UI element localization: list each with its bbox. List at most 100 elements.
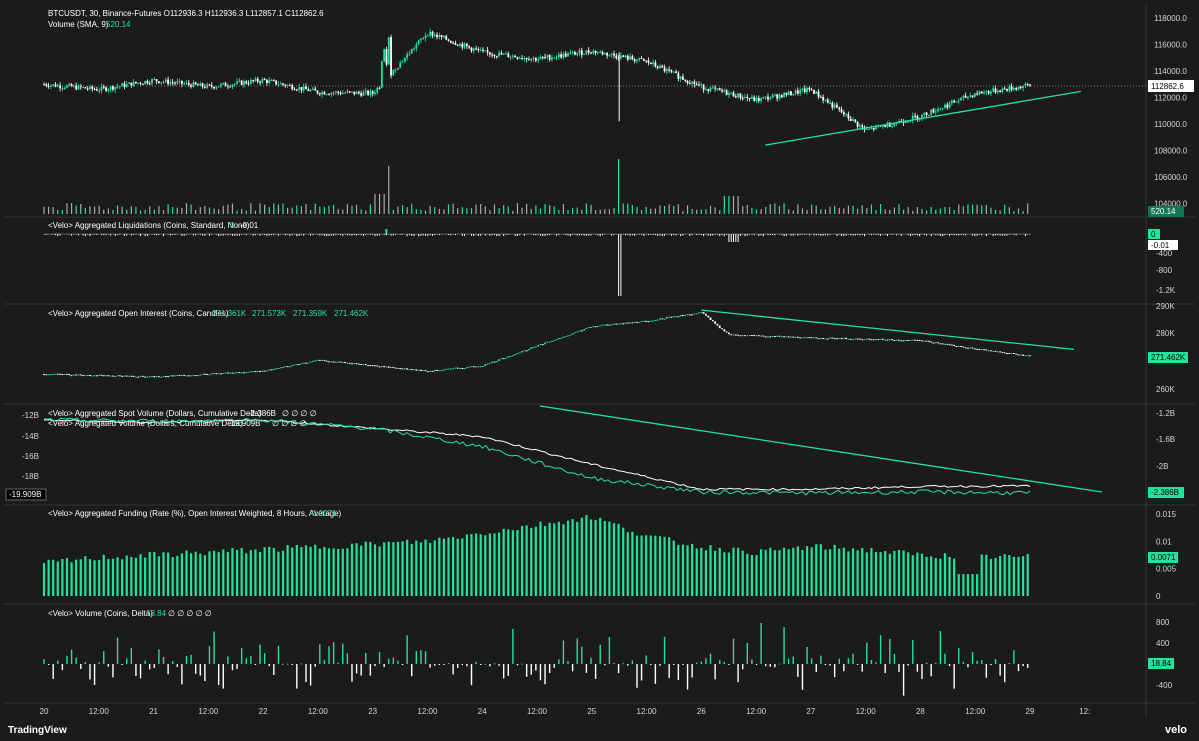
volume-bar — [484, 206, 486, 214]
oi-candle — [70, 375, 73, 377]
price-candle — [426, 35, 429, 37]
price-candle — [893, 123, 896, 126]
chart-canvas[interactable]: 118000.0116000.0114000.0112000.0110000.0… — [0, 0, 1199, 741]
funding-bar — [580, 517, 583, 596]
funding-bar — [953, 558, 956, 596]
price-candle — [792, 93, 795, 96]
delta-bar — [493, 663, 496, 665]
oi-candle — [590, 326, 592, 328]
delta-bar — [291, 664, 293, 665]
volume-bar — [967, 204, 969, 214]
liq-bar — [624, 234, 626, 236]
liq-bar — [723, 234, 725, 237]
funding-bar — [709, 545, 712, 596]
liq-bar — [422, 234, 424, 236]
price-candle — [682, 76, 684, 80]
funding-bar — [815, 544, 818, 596]
oi-candle — [146, 376, 149, 378]
delta-bar — [875, 662, 877, 664]
funding-bar — [658, 536, 662, 596]
funding-bar — [695, 548, 698, 596]
price-candle — [599, 51, 602, 53]
volume-bar — [981, 205, 983, 214]
oi-candle — [63, 373, 66, 375]
oi-candle — [84, 375, 87, 377]
volume-bar — [608, 209, 610, 214]
liq-bar — [710, 234, 712, 236]
volume-bar — [847, 205, 850, 214]
price-candle — [702, 84, 705, 90]
delta-bar — [222, 664, 224, 689]
oi-candle — [985, 349, 988, 351]
delta-bar — [98, 662, 100, 664]
price-candle — [82, 87, 84, 89]
price-candle — [659, 65, 661, 69]
delta-bar — [599, 644, 601, 664]
price-candle — [454, 43, 457, 45]
liq-bar — [135, 234, 137, 235]
funding-title: <Velo> Aggregated Funding (Rate (%), Ope… — [48, 509, 342, 518]
volume-bar — [388, 166, 390, 214]
oi-candle — [254, 371, 257, 373]
oi-candle — [629, 322, 631, 324]
delta-bar — [627, 664, 629, 666]
delta-bar — [746, 642, 749, 664]
price-candle — [63, 87, 66, 89]
cvd-perp-line — [43, 417, 1031, 496]
price-candle — [847, 113, 850, 119]
liq-bar — [744, 234, 746, 237]
oi-candle — [847, 338, 850, 340]
funding-bar — [433, 540, 436, 596]
oi-candle — [344, 361, 346, 364]
liq-bar — [760, 234, 762, 236]
price-candle — [741, 97, 744, 99]
oi-candle — [463, 368, 466, 370]
price-candle — [452, 42, 455, 44]
oi-candle — [918, 340, 921, 342]
oi-candle — [482, 366, 484, 368]
liq-bar — [546, 234, 548, 236]
price-candle — [971, 95, 974, 97]
liq-bar — [602, 234, 604, 236]
price-candle — [249, 80, 252, 84]
price-candle — [300, 87, 303, 91]
liq-bar — [163, 234, 165, 237]
liq-bar — [588, 234, 590, 236]
delta-bar — [466, 664, 468, 667]
cvd-spot-null: ∅ ∅ ∅ ∅ — [282, 409, 317, 418]
funding-bar — [989, 558, 993, 596]
oi-candle — [86, 374, 89, 376]
price-candle — [109, 86, 112, 90]
oi-candle — [403, 368, 406, 370]
oi-candle — [684, 315, 687, 317]
oi-candle — [77, 374, 80, 376]
liq-bar — [484, 234, 486, 236]
oi-candle — [160, 376, 163, 378]
delta-bar — [613, 662, 615, 664]
liq-bar — [516, 234, 518, 237]
liq-bar — [45, 234, 47, 235]
funding-bar — [520, 525, 524, 596]
volume-bar — [149, 206, 151, 214]
oi-candle — [61, 374, 64, 376]
price-candle — [139, 82, 142, 84]
cvd-right-tick: -1.6B — [1156, 435, 1175, 444]
liq-bar — [298, 234, 300, 236]
price-axis-tick: 112000.0 — [1154, 93, 1187, 102]
oi-candle — [413, 369, 415, 371]
delta-bar — [139, 664, 142, 679]
delta-bar — [714, 664, 716, 680]
price-candle — [746, 97, 749, 99]
liq-bar — [94, 234, 96, 235]
liq-bar — [813, 234, 815, 236]
funding-bar — [465, 534, 468, 596]
price-candle — [408, 53, 411, 55]
delta-bar — [121, 664, 123, 665]
price-candle — [597, 52, 599, 54]
price-candle — [778, 95, 781, 99]
price-candle — [245, 81, 248, 84]
liq-bar — [273, 234, 275, 236]
oi-candle — [328, 361, 330, 363]
liq-bar — [769, 234, 771, 236]
price-candle — [679, 76, 682, 79]
